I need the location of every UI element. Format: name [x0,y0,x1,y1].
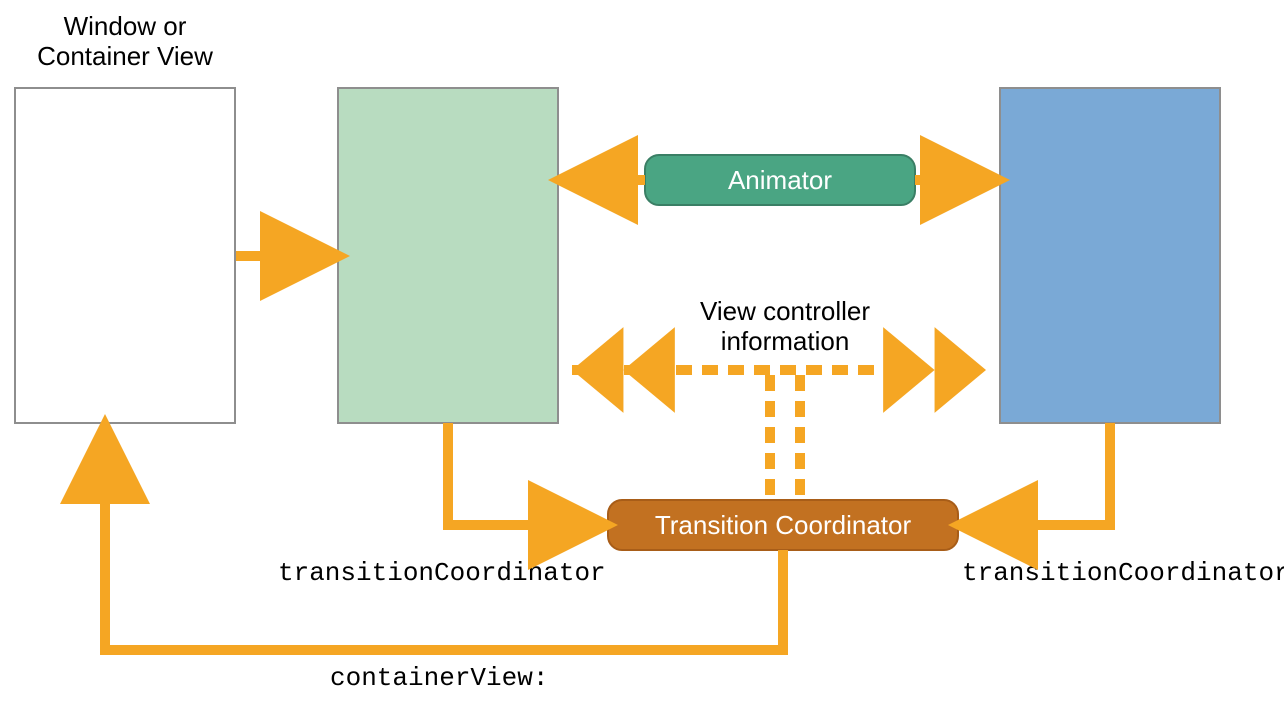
transition-coordinator-diagram: Animator Transition Coordinator Window o… [0,0,1284,714]
vc-info-line1: View controller [700,296,870,326]
tc-label-right: transitionCoordinator [962,558,1284,588]
arrow-green-to-coordinator [448,423,600,525]
arrow-blue-to-coordinator [966,423,1110,525]
tc-label-left: transitionCoordinator [278,558,606,588]
vc-info-line2: information [721,326,850,356]
coordinator-label: Transition Coordinator [655,510,912,540]
window-title-line1: Window or [64,11,187,41]
green-box [338,88,558,423]
container-view-label: containerView: [330,663,548,693]
blue-box [1000,88,1220,423]
window-title-line2: Container View [37,41,213,71]
window-box [15,88,235,423]
animator-label: Animator [728,165,832,195]
